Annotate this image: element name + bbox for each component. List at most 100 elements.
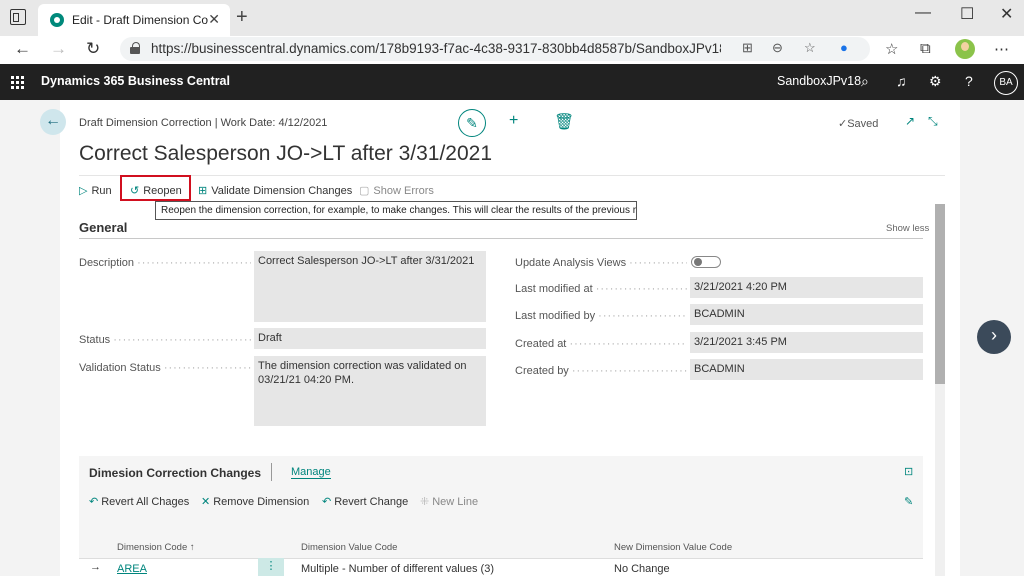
help-icon[interactable]: ?	[965, 73, 973, 89]
status-label: Status ································	[79, 334, 251, 346]
lines-title-divider	[271, 463, 272, 481]
forward-arrow-icon[interactable]: →	[50, 39, 67, 59]
validate-label: Validate Dimension Changes	[211, 185, 353, 197]
url-text: https://businesscentral.dynamics.com/178…	[151, 41, 721, 56]
dimension-value-code-cell[interactable]: Multiple - Number of different values (3…	[301, 563, 494, 575]
window-close-button[interactable]: ✕	[1000, 4, 1013, 24]
last-modified-by-field: BCADMIN	[690, 304, 923, 325]
status-field: Draft	[254, 328, 486, 349]
favorites-icon[interactable]: ☆	[885, 40, 898, 58]
new-tab-button[interactable]: +	[236, 6, 248, 29]
expand-part-icon[interactable]: ⊡	[904, 465, 913, 478]
new-plus-icon[interactable]: +	[509, 112, 518, 130]
created-by-field: BCADMIN	[690, 359, 923, 380]
revert-change-icon: ↶	[322, 496, 332, 508]
reopen-highlight-box	[120, 175, 191, 201]
browser-tab-bar: Edit - Draft Dimension Correction ✕ + — …	[0, 0, 1024, 36]
back-arrow-icon[interactable]: ←	[14, 39, 31, 59]
browser-tab[interactable]: Edit - Draft Dimension Correction ✕	[38, 4, 230, 36]
browser-address-bar: ← → ↻ https://businesscentral.dynamics.c…	[0, 36, 1024, 64]
zoom-icon[interactable]: ⊖	[772, 40, 783, 56]
profile-avatar[interactable]	[955, 39, 975, 59]
created-at-field: 3/21/2021 3:45 PM	[690, 332, 923, 353]
update-analysis-views-label: Update Analysis Views ·················	[515, 257, 687, 269]
back-button[interactable]: ←	[40, 109, 66, 135]
remove-dimension-action[interactable]: ✕ Remove Dimension	[201, 495, 309, 508]
tab-title: Edit - Draft Dimension Correction	[72, 13, 208, 27]
table-row[interactable]	[79, 558, 923, 576]
breadcrumb: Draft Dimension Correction | Work Date: …	[79, 117, 328, 129]
delete-trash-icon[interactable]: 🗑	[554, 112, 574, 132]
extension-icon[interactable]: ●	[840, 40, 848, 55]
show-errors-action[interactable]: ▢ Show Errors	[359, 184, 434, 197]
remove-x-icon: ✕	[201, 496, 211, 508]
page-title: Correct Salesperson JO->LT after 3/31/20…	[79, 142, 493, 165]
row-selector-arrow-icon: →	[90, 561, 101, 573]
minimize-button[interactable]: —	[915, 4, 931, 22]
notifications-icon[interactable]: ♫	[896, 73, 907, 89]
last-modified-at-field: 3/21/2021 4:20 PM	[690, 277, 923, 298]
bc-navigation-bar: Dynamics 365 Business Central SandboxJPv…	[0, 64, 1024, 100]
general-section-title: General	[79, 220, 128, 235]
lock-icon	[130, 42, 140, 54]
app-title: Dynamics 365 Business Central	[41, 74, 230, 88]
new-dimension-value-code-cell[interactable]: No Change	[614, 563, 670, 575]
column-header-dimension-value-code[interactable]: Dimension Value Code	[301, 542, 397, 553]
run-label: Run	[91, 185, 112, 197]
created-at-label: Created at ·····························…	[515, 338, 687, 350]
manage-tab[interactable]: Manage	[291, 466, 331, 479]
business-central-favicon-icon	[50, 13, 64, 27]
last-modified-by-label: Last modified by ·······················…	[515, 310, 687, 322]
url-field[interactable]: https://businesscentral.dynamics.com/178…	[120, 37, 870, 61]
reopen-tooltip: Reopen the dimension correction, for exa…	[155, 201, 637, 220]
new-line-label: New Line	[432, 496, 479, 508]
edit-pencil-icon[interactable]: ✎	[458, 109, 486, 137]
run-icon: ▷	[79, 185, 88, 197]
action-bar-divider	[79, 175, 945, 176]
show-errors-label: Show Errors	[373, 185, 434, 197]
show-less-link[interactable]: Show less	[886, 223, 929, 234]
collections-icon[interactable]: ⧉	[920, 40, 931, 57]
saved-status: ✓Saved	[838, 118, 879, 130]
app-launcher-icon[interactable]	[11, 76, 24, 89]
tab-actions-icon[interactable]	[10, 9, 26, 25]
personalize-pin-icon[interactable]: ✎	[904, 495, 913, 508]
revert-all-label: Revert All Chages	[101, 496, 190, 508]
column-header-new-dimension-value-code[interactable]: New Dimension Value Code	[614, 542, 732, 553]
open-new-window-icon[interactable]: ↗	[905, 114, 915, 128]
refresh-icon[interactable]: ↻	[86, 39, 100, 59]
new-line-icon: ⁜	[420, 496, 430, 508]
read-aloud-icon[interactable]: ☆	[804, 40, 816, 56]
more-options-icon[interactable]: ⋯	[994, 40, 1009, 58]
next-record-chevron-icon[interactable]: ›	[977, 320, 1011, 354]
run-action[interactable]: ▷ Run	[79, 184, 112, 197]
validate-dimension-changes-action[interactable]: ⊞ Validate Dimension Changes	[198, 184, 352, 197]
description-field[interactable]: Correct Salesperson JO->LT after 3/31/20…	[254, 251, 486, 322]
description-label: Description ··························	[79, 257, 251, 269]
search-icon[interactable]: ⌕	[861, 73, 869, 90]
tab-close-icon[interactable]: ✕	[208, 11, 220, 28]
revert-all-changes-action[interactable]: ↶ Revert All Chages	[89, 495, 189, 508]
row-menu-icon[interactable]: ⋮	[258, 558, 284, 576]
environment-name[interactable]: SandboxJPv18	[777, 74, 861, 88]
revert-change-label: Revert Change	[334, 496, 409, 508]
validation-status-label: Validation Status ······················	[79, 362, 251, 374]
validate-icon: ⊞	[198, 185, 208, 197]
user-avatar[interactable]: BA	[994, 71, 1018, 95]
app-available-icon[interactable]: ⊞	[742, 40, 753, 56]
show-errors-icon: ▢	[359, 185, 370, 197]
column-header-dimension-code[interactable]: Dimension Code ↑	[117, 542, 195, 553]
page-scrollbar-thumb[interactable]	[935, 204, 945, 384]
revert-change-action[interactable]: ↶ Revert Change	[322, 495, 408, 508]
general-section-divider	[79, 238, 923, 239]
validation-status-field: The dimension correction was validated o…	[254, 356, 486, 426]
maximize-button[interactable]: ☐	[960, 4, 974, 24]
dimension-code-cell[interactable]: AREA	[117, 563, 147, 575]
new-line-action[interactable]: ⁜ New Line	[420, 495, 478, 508]
lines-title: Dimesion Correction Changes	[89, 466, 262, 480]
settings-gear-icon[interactable]: ⚙	[929, 73, 942, 90]
remove-dimension-label: Remove Dimension	[213, 496, 310, 508]
last-modified-at-label: Last modified at ·······················…	[515, 283, 687, 295]
update-analysis-views-toggle[interactable]	[691, 256, 721, 268]
collapse-icon[interactable]: ⤡	[928, 114, 938, 129]
